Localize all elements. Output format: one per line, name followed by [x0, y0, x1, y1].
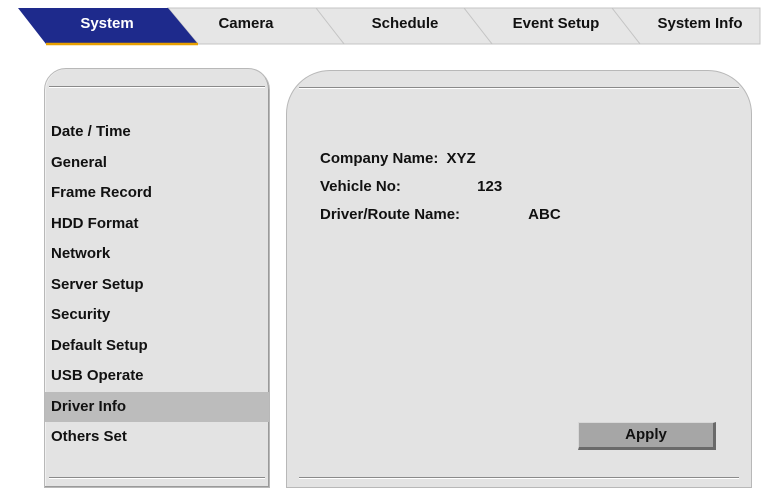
driver-route-row: Driver/Route Name: ABC [320, 203, 561, 227]
menu-item-hdd-format[interactable]: HDD Format [45, 209, 269, 240]
tab-bar: System Camera Schedule Event Setup Syste… [0, 0, 768, 48]
menu-item-security[interactable]: Security [45, 300, 269, 331]
company-name-row: Company Name: XYZ [320, 147, 476, 171]
vehicle-no-value[interactable]: 123 [477, 175, 502, 199]
menu-item-others-set[interactable]: Others Set [45, 422, 269, 453]
menu-item-default-setup[interactable]: Default Setup [45, 331, 269, 362]
apply-button[interactable]: Apply [578, 422, 716, 450]
menu-item-driver-info[interactable]: Driver Info [45, 391, 269, 422]
tab-system-info[interactable]: System Info [642, 14, 758, 34]
content-divider-bottom [299, 477, 739, 479]
tab-camera[interactable]: Camera [194, 14, 298, 34]
menu-divider-bottom [49, 477, 265, 479]
menu-item-general[interactable]: General [45, 148, 269, 179]
menu-divider-top [49, 86, 265, 88]
menu-item-usb-operate[interactable]: USB Operate [45, 361, 269, 392]
tab-schedule[interactable]: Schedule [350, 14, 460, 34]
company-name-label: Company Name: [320, 150, 439, 167]
content-divider-top [299, 87, 739, 89]
tab-event-setup[interactable]: Event Setup [496, 14, 616, 34]
driver-route-label: Driver/Route Name: [320, 206, 461, 223]
settings-menu-panel: Date / Time General Frame Record HDD For… [44, 68, 270, 488]
dvr-settings-screen: System Camera Schedule Event Setup Syste… [0, 0, 768, 488]
tab-system[interactable]: System [52, 14, 162, 34]
menu-item-network[interactable]: Network [45, 239, 269, 270]
driver-info-panel: Company Name: XYZ Vehicle No: 123 Driver… [286, 70, 752, 488]
settings-menu-list: Date / Time General Frame Record HDD For… [45, 117, 269, 453]
menu-item-date-time[interactable]: Date / Time [45, 117, 269, 148]
company-name-value[interactable]: XYZ [447, 147, 476, 171]
driver-route-value[interactable]: ABC [528, 203, 561, 227]
vehicle-no-row: Vehicle No: 123 [320, 175, 502, 199]
menu-item-server-setup[interactable]: Server Setup [45, 270, 269, 301]
vehicle-no-label: Vehicle No: [320, 178, 401, 195]
menu-item-frame-record[interactable]: Frame Record [45, 178, 269, 209]
